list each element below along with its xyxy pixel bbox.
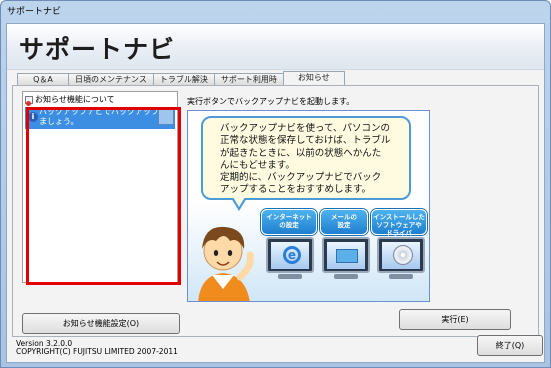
app-title: サポートナビ: [19, 35, 176, 64]
monitor-mail: [322, 237, 370, 273]
installed-software-badge: インストールした ソフトウェアや ドライバ: [371, 209, 427, 237]
cd-icon: [393, 245, 413, 265]
copyright-text: COPYRIGHT(C) FUJITSU LIMITED 2007-2011: [16, 347, 178, 356]
alert-dot-icon: [26, 101, 31, 106]
tab-maintenance[interactable]: 日頃のメンテナンス: [68, 73, 154, 85]
monitor-internet: e: [266, 237, 314, 273]
tab-support[interactable]: サポート利用時: [213, 73, 284, 85]
monitor-software: [377, 237, 425, 273]
highlight-frame: [26, 107, 181, 285]
tab-notices[interactable]: お知らせ: [282, 71, 345, 85]
window-title: サポートナビ: [7, 7, 62, 17]
bubble-line: が起きたときに、以前の状態へかんた: [220, 147, 382, 159]
exit-button[interactable]: 終了(Q): [477, 335, 543, 356]
internet-settings-badge: インターネット の設定: [261, 209, 317, 235]
list-item[interactable]: お知らせ機能について: [25, 94, 115, 106]
tab-qa[interactable]: Q＆A: [17, 73, 69, 85]
tab-troubleshooting[interactable]: トラブル解決: [152, 73, 215, 85]
client-area: サポートナビ Q＆A 日頃のメンテナンス トラブル解決 サポート利用時 お知らせ…: [6, 23, 545, 363]
boy-illustration: [198, 226, 254, 301]
bubble-line: 正常な状態を保存しておけば、トラブル: [220, 135, 391, 147]
tab-bar: Q＆A 日頃のメンテナンス トラブル解決 サポート利用時 お知らせ: [17, 71, 345, 85]
notices-panel: お知らせ機能について i バックアップナビでバックアップし ましょう。 お知らせ…: [12, 85, 539, 337]
list-item-label: お知らせ機能について: [35, 95, 115, 104]
speech-bubble: バックアップナビを使って、パソコンの 正常な状態を保存しておけば、トラブル が起…: [201, 116, 411, 211]
mail-settings-badge: メールの 設定: [320, 209, 368, 235]
notice-settings-button[interactable]: お知らせ機能設定(O): [22, 313, 180, 334]
notice-illustration: バックアップナビを使って、パソコンの 正常な状態を保存しておけば、トラブル が起…: [187, 110, 430, 302]
bubble-line: 定期的に、バックアップナビでバック: [220, 172, 382, 184]
run-instruction: 実行ボタンでバックアップナビを起動します。: [187, 97, 355, 106]
run-button[interactable]: 実行(E): [399, 309, 511, 330]
bubble-line: んにもどせます。: [220, 159, 295, 171]
mail-icon: [336, 249, 358, 263]
app-header: サポートナビ: [7, 24, 544, 70]
app-window: サポートナビ サポートナビ Q＆A 日頃のメンテナンス トラブル解決 サポート利…: [0, 0, 551, 368]
bubble-line: バックアップナビを使って、パソコンの: [220, 123, 391, 134]
ie-icon: e: [283, 246, 301, 264]
version-info: Version 3.2.0.0 COPYRIGHT(C) FUJITSU LIM…: [16, 340, 178, 356]
bubble-line: アップすることをおすすめします。: [220, 184, 372, 196]
